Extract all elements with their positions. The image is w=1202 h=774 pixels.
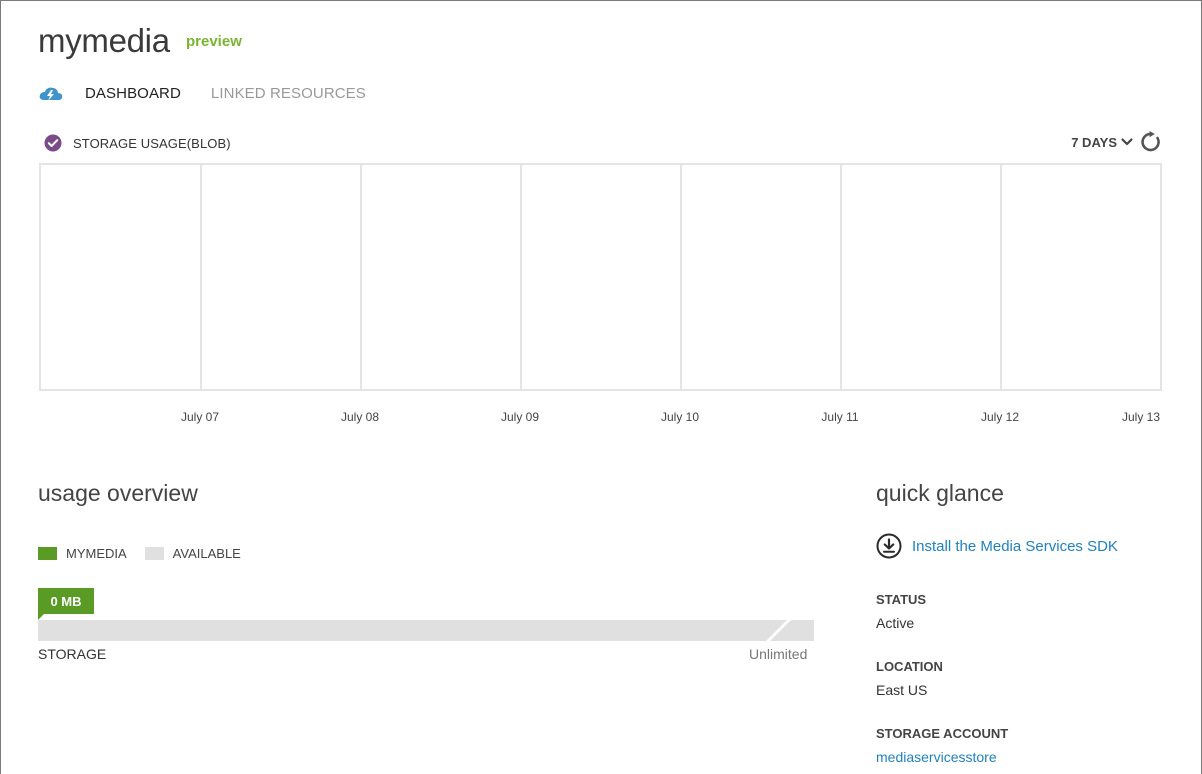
metric-header: STORAGE USAGE(BLOB): [44, 134, 231, 152]
legend-swatch: [144, 547, 164, 560]
legend-label: MYMEDIA: [66, 546, 127, 561]
x-tick-label: July 13: [1121, 410, 1161, 424]
refresh-icon[interactable]: [1140, 131, 1162, 153]
location-value: East US: [876, 682, 928, 698]
tab-linked-resources[interactable]: LINKED RESOURCES: [211, 85, 366, 102]
checkmark-circle-icon[interactable]: [44, 134, 62, 152]
chart-gridline: [680, 165, 682, 389]
x-tick-label: July 12: [980, 410, 1020, 424]
tab-bar: DASHBOARD LINKED RESOURCES: [38, 82, 396, 104]
tab-dashboard[interactable]: DASHBOARD: [85, 85, 181, 102]
chart-gridline: [840, 165, 842, 389]
legend-item-mymedia: MYMEDIA: [38, 546, 127, 561]
x-tick-label: July 11: [821, 410, 859, 424]
status-value: Active: [876, 615, 915, 631]
x-tick-label: July 09: [500, 410, 540, 424]
download-circle-icon[interactable]: [876, 533, 902, 559]
chevron-down-icon[interactable]: [1120, 135, 1134, 149]
quick-glance-title: quick glance: [876, 480, 1004, 506]
status-label: STATUS: [876, 592, 927, 607]
preview-badge: preview: [186, 33, 242, 50]
install-sdk-link-label[interactable]: Install the Media Services SDK: [912, 538, 1118, 555]
x-tick-label: July 10: [660, 410, 700, 424]
chart-gridline: [200, 165, 202, 389]
usage-value-badge: 0 MB: [38, 588, 94, 614]
install-sdk-link[interactable]: Install the Media Services SDK: [876, 533, 1118, 559]
time-range-selector[interactable]: 7 DAYS: [1071, 131, 1162, 153]
location-label: LOCATION: [876, 659, 943, 674]
storage-limit-label: Unlimited: [749, 646, 808, 662]
page-title: mymedia: [38, 22, 170, 59]
x-tick-label: July 08: [340, 410, 380, 424]
chart-gridline: [520, 165, 522, 389]
time-range-label[interactable]: 7 DAYS: [1071, 135, 1117, 150]
metric-label: STORAGE USAGE(BLOB): [73, 135, 231, 151]
storage-account-link[interactable]: mediaservicesstore: [876, 749, 997, 765]
x-tick-label: July 07: [180, 410, 220, 424]
legend-item-available: AVAILABLE: [144, 546, 241, 561]
chart-gridline: [1000, 165, 1002, 389]
legend-label: AVAILABLE: [172, 546, 241, 561]
chart-gridline: [360, 165, 362, 389]
storage-usage-bar: [38, 620, 813, 641]
usage-legend: MYMEDIA AVAILABLE: [38, 546, 259, 561]
usage-overview-title: usage overview: [38, 480, 198, 506]
legend-swatch: [38, 547, 57, 560]
storage-usage-chart: [39, 163, 1162, 391]
storage-account-label: STORAGE ACCOUNT: [876, 726, 1009, 741]
unlimited-bar-end: [766, 620, 814, 641]
cloud-lightning-icon: [39, 87, 63, 101]
storage-label: STORAGE: [38, 646, 107, 662]
